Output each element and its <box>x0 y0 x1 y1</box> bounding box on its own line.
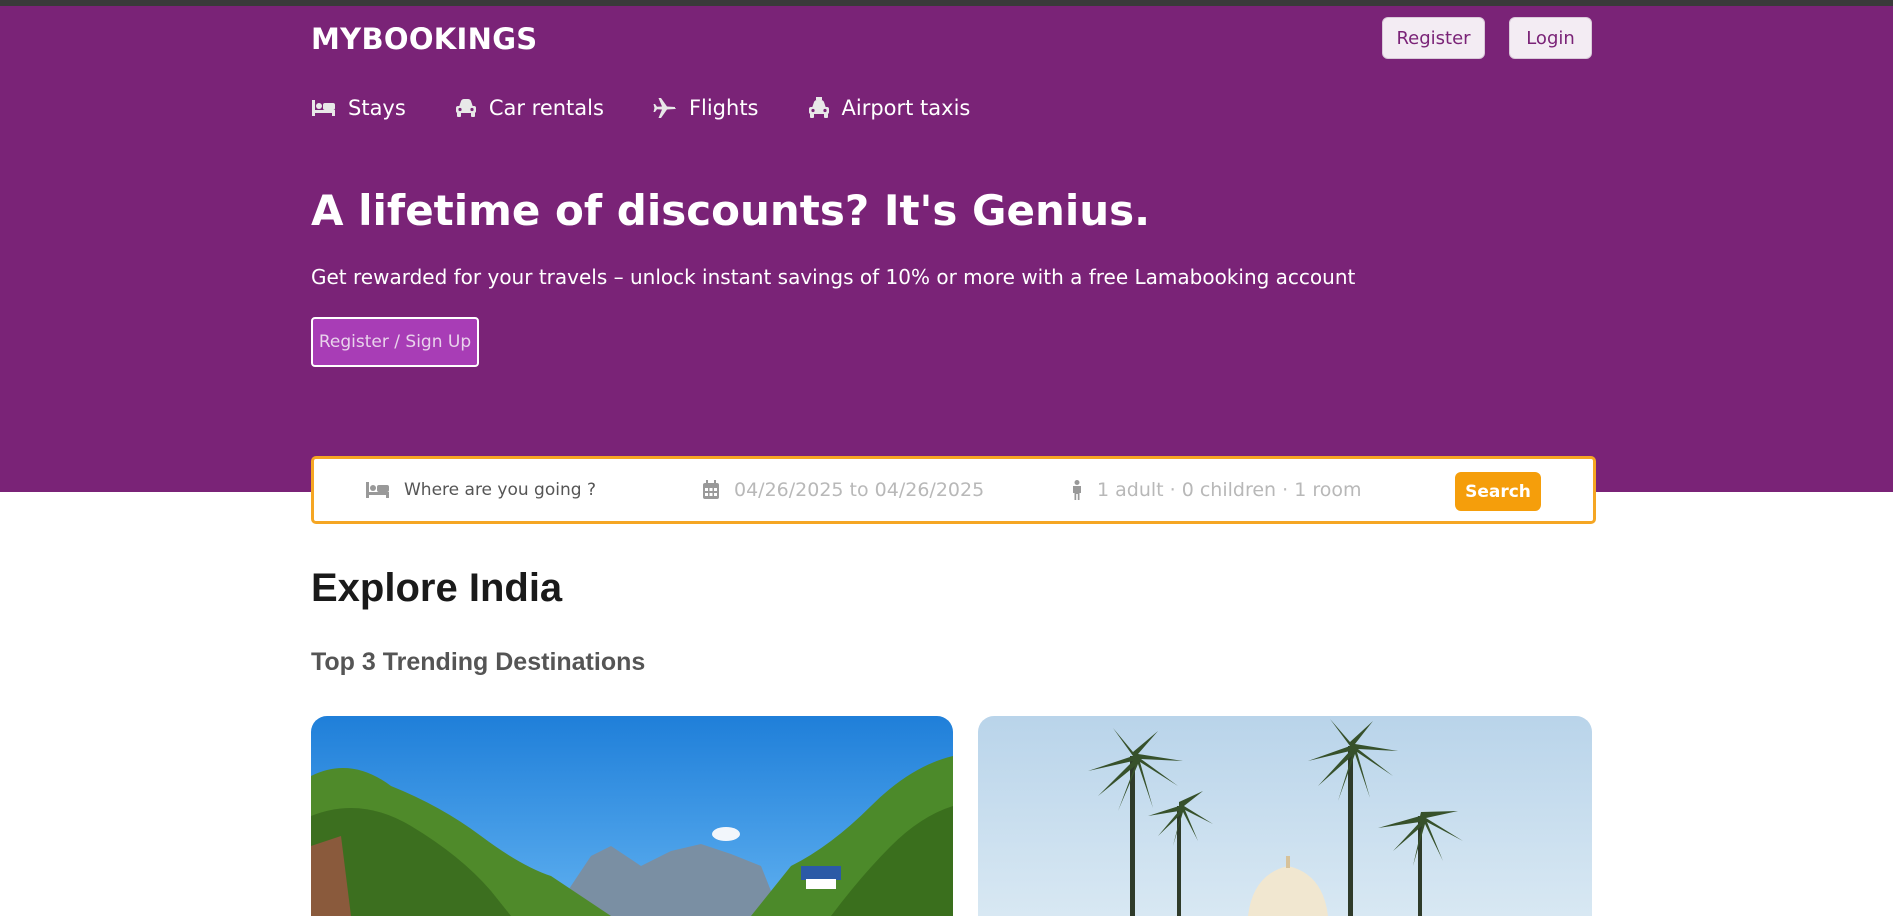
search-bar: Where are you going ? 04/26/2025 to 04/2… <box>311 456 1596 524</box>
nav-label: Airport taxis <box>841 96 971 120</box>
main-nav: Stays Car rentals Flights Airport taxis <box>311 92 1019 124</box>
nav-label: Flights <box>688 96 759 120</box>
section-subtitle: Top 3 Trending Destinations <box>311 648 646 676</box>
car-icon <box>455 99 476 117</box>
person-icon <box>1073 480 1081 500</box>
guests-selector[interactable]: 1 adult · 0 children · 1 room <box>1071 459 1361 521</box>
guests-text: 1 adult · 0 children · 1 room <box>1097 479 1362 501</box>
nav-label: Stays <box>348 96 406 120</box>
nav-item-airport-taxis[interactable]: Airport taxis <box>808 96 971 120</box>
plane-icon <box>653 98 676 118</box>
register-button[interactable]: Register <box>1382 17 1485 59</box>
destination-card[interactable] <box>311 716 953 916</box>
search-button[interactable]: Search <box>1455 472 1541 511</box>
register-signup-button[interactable]: Register / Sign Up <box>311 317 479 367</box>
date-range-text: 04/26/2025 to 04/26/2025 <box>734 479 985 501</box>
palm-trees-monument-image <box>978 716 1592 916</box>
destination-placeholder: Where are you going ? <box>404 480 596 500</box>
nav-item-flights[interactable]: Flights <box>653 96 759 120</box>
section-title: Explore India <box>311 566 563 610</box>
bed-icon <box>312 100 335 116</box>
mountain-valley-image <box>311 716 953 916</box>
hero-banner <box>0 6 1893 492</box>
nav-item-car-rentals[interactable]: Car rentals <box>455 96 604 120</box>
taxi-icon <box>808 97 829 118</box>
login-button[interactable]: Login <box>1509 17 1592 59</box>
nav-label: Car rentals <box>488 96 604 120</box>
calendar-icon <box>703 480 719 499</box>
date-range-picker[interactable]: 04/26/2025 to 04/26/2025 <box>702 459 984 521</box>
hero-title: A lifetime of discounts? It's Genius. <box>311 186 1151 235</box>
nav-item-stays[interactable]: Stays <box>311 96 406 120</box>
destination-input[interactable]: Where are you going ? <box>365 459 596 521</box>
hero-subtitle: Get rewarded for your travels – unlock i… <box>311 265 1356 289</box>
destination-card[interactable] <box>978 716 1592 916</box>
bed-icon <box>366 482 389 498</box>
site-logo[interactable]: MYBOOKINGS <box>311 22 538 56</box>
